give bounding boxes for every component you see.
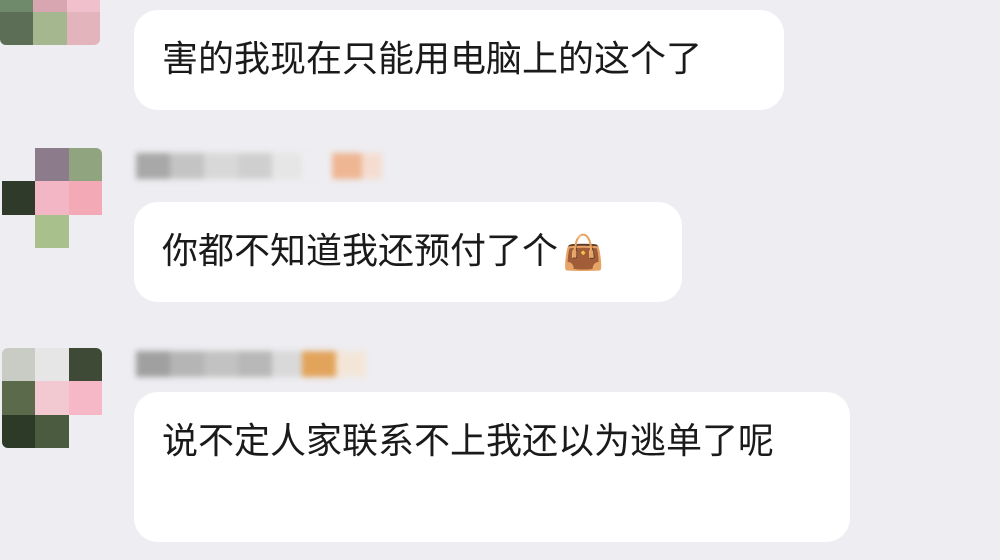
handbag-icon: 👜: [562, 233, 605, 273]
message-bubble[interactable]: 你都不知道我还预付了个 👜: [134, 202, 682, 302]
message-bubble[interactable]: 说不定人家联系不上我还以为逃单了呢: [134, 392, 850, 542]
sender-name: [136, 148, 382, 184]
message-bubble[interactable]: 害的我现在只能用电脑上的这个了: [134, 10, 784, 110]
message-text: 害的我现在只能用电脑上的这个了: [162, 39, 703, 80]
sender-name: [136, 346, 366, 382]
message-text: 你都不知道我还预付了个: [162, 231, 559, 272]
avatar[interactable]: [2, 348, 102, 448]
avatar[interactable]: [0, 0, 100, 45]
avatar[interactable]: [2, 148, 102, 248]
message-text: 说不定人家联系不上我还以为逃单了呢: [162, 421, 775, 462]
